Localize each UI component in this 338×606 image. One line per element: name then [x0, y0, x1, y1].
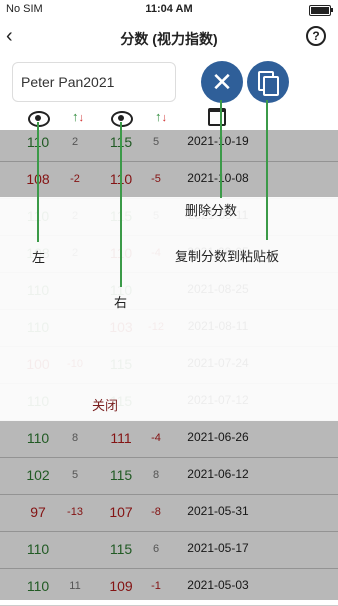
tip-delete: 删除分数	[185, 203, 238, 218]
copy-scores-button[interactable]	[247, 61, 289, 103]
tip-right: 右	[114, 295, 128, 310]
battery-icon	[309, 5, 333, 16]
sort-icon-left[interactable]: ↑↓	[72, 109, 84, 124]
tip-line-copy	[266, 100, 268, 240]
tip-line-delete	[220, 100, 222, 198]
clock: 11:04 AM	[145, 3, 193, 15]
tip-line-right	[120, 122, 122, 287]
page-title: 分数 (视力指数)	[120, 31, 218, 47]
status-bar: No SIM 11:04 AM	[0, 0, 338, 20]
tip-copy: 复制分数到粘贴板	[175, 249, 280, 264]
overlay-sheet	[0, 197, 338, 421]
close-button[interactable]: 关闭	[80, 395, 130, 414]
name-input[interactable]	[19, 64, 173, 100]
name-field-container	[12, 62, 176, 102]
nav-bar: ‹ 分数 (视力指数) ?	[0, 20, 338, 56]
close-icon: ✕	[211, 67, 233, 97]
question-circle-icon[interactable]: ?	[306, 26, 326, 46]
tip-line-left	[37, 122, 39, 242]
sort-icon-right[interactable]: ↑↓	[155, 109, 167, 124]
delete-score-button[interactable]: ✕	[201, 61, 243, 103]
tip-left: 左	[32, 250, 46, 265]
